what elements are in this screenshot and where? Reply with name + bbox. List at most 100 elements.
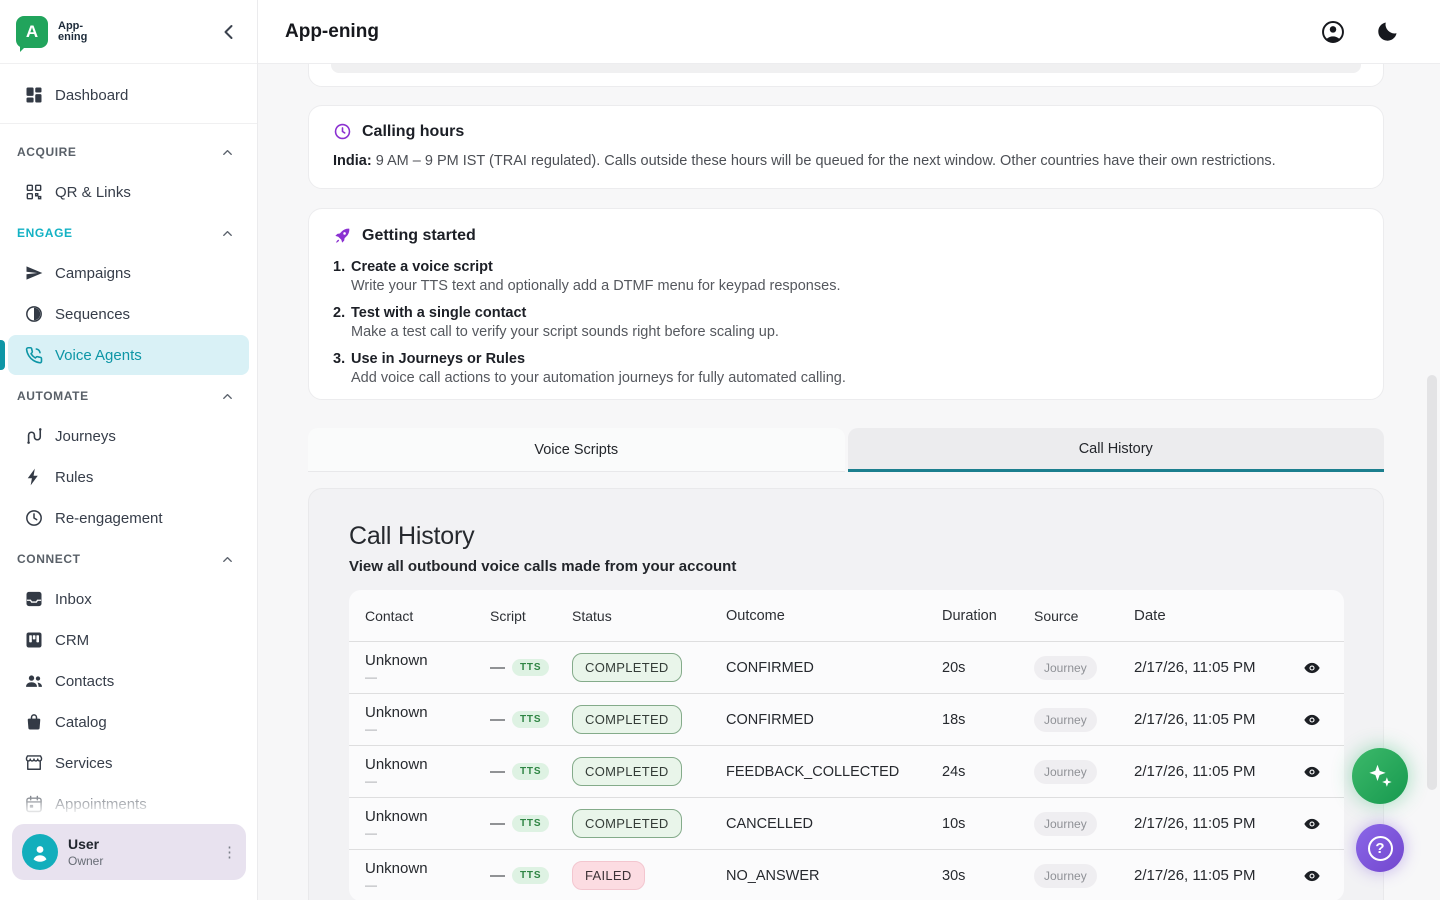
duration-cell: 18s <box>926 712 1018 728</box>
tab-voice-scripts[interactable]: Voice Scripts <box>308 428 845 472</box>
moon-icon <box>1374 19 1400 45</box>
tab-call-history[interactable]: Call History <box>848 428 1385 472</box>
send-icon <box>24 263 44 283</box>
contact-cell: Unknown — <box>349 808 474 840</box>
date-cell: 2/17/26, 11:05 PM <box>1118 659 1278 676</box>
section-label: CONNECT <box>17 552 81 566</box>
section-label: AUTOMATE <box>17 389 89 403</box>
section-acquire[interactable]: ACQUIRE <box>0 132 257 172</box>
sidebar-item-sequences[interactable]: Sequences <box>8 294 249 334</box>
step-item: 1. Create a voice script Write your TTS … <box>333 259 1359 294</box>
person-icon <box>28 840 52 864</box>
contact-name: Unknown <box>365 704 474 721</box>
view-call-button[interactable] <box>1300 867 1324 885</box>
script-value: — <box>490 815 505 832</box>
source-cell: Journey <box>1018 760 1118 784</box>
user-role: Owner <box>68 854 103 868</box>
contact-name: Unknown <box>365 860 474 877</box>
contact-cell: Unknown — <box>349 704 474 736</box>
route-icon <box>24 426 44 446</box>
sidebar-nav: Dashboard ACQUIRE QR & Links ENGAGE Camp… <box>0 64 257 824</box>
app-logo-icon: A <box>16 16 48 48</box>
chevron-up-icon <box>220 145 235 160</box>
contact-sub: — <box>365 878 474 892</box>
section-automate[interactable]: AUTOMATE <box>0 376 257 416</box>
user-card[interactable]: User Owner ⋮ <box>12 824 246 880</box>
column-header-duration: Duration <box>926 608 1018 624</box>
step-description: Add voice call actions to your automatio… <box>351 370 846 386</box>
outcome-cell: NO_ANSWER <box>710 868 926 884</box>
tts-badge: TTS <box>512 763 549 780</box>
sidebar-item-inbox[interactable]: Inbox <box>8 579 249 619</box>
tab-list: Voice Scripts Call History <box>308 428 1384 472</box>
outcome-cell: CANCELLED <box>710 816 926 832</box>
logo-letter: A <box>26 22 38 42</box>
sidebar-item-dashboard[interactable]: Dashboard <box>8 75 249 115</box>
column-header-outcome: Outcome <box>710 608 926 624</box>
user-menu-button[interactable]: ⋮ <box>222 846 236 859</box>
source-pill: Journey <box>1034 864 1097 888</box>
script-cell: — TTS <box>474 763 556 780</box>
step-description: Write your TTS text and optionally add a… <box>351 278 840 294</box>
source-pill: Journey <box>1034 656 1097 680</box>
sidebar-item-label: Voice Agents <box>55 347 142 364</box>
view-call-button[interactable] <box>1300 815 1324 833</box>
calling-hours-country: India: <box>333 153 372 169</box>
script-value: — <box>490 711 505 728</box>
sidebar-item-qr-links[interactable]: QR & Links <box>8 172 249 212</box>
sidebar-item-services[interactable]: Services <box>8 743 249 783</box>
table-row: Unknown — — TTS COMPLETED CONFIRMED 18s … <box>349 693 1344 745</box>
ai-assistant-button[interactable] <box>1352 748 1408 804</box>
view-call-button[interactable] <box>1300 711 1324 729</box>
table-header-row: Contact Script Status Outcome Duration S… <box>349 590 1344 641</box>
sidebar-item-crm[interactable]: CRM <box>8 620 249 660</box>
chevron-up-icon <box>220 226 235 241</box>
storefront-icon <box>24 753 44 773</box>
lightning-icon <box>24 467 44 487</box>
scrollbar-thumb[interactable] <box>1427 375 1437 790</box>
sidebar-item-contacts[interactable]: Contacts <box>8 661 249 701</box>
contact-name: Unknown <box>365 808 474 825</box>
sidebar-item-label: QR & Links <box>55 184 131 201</box>
collapse-sidebar-button[interactable] <box>217 20 241 44</box>
sidebar-item-label: Sequences <box>55 306 130 323</box>
qr-code-icon <box>24 182 44 202</box>
clock-icon <box>24 508 44 528</box>
sidebar-item-voice-agents[interactable]: Voice Agents <box>8 335 249 375</box>
dark-mode-button[interactable] <box>1374 19 1400 45</box>
question-mark-icon: ? <box>1368 836 1393 861</box>
status-badge: COMPLETED <box>572 809 682 838</box>
section-connect[interactable]: CONNECT <box>0 539 257 579</box>
sparkles-icon <box>1365 761 1395 791</box>
user-name: User <box>68 836 103 852</box>
sidebar-header: A App- ening <box>0 0 257 64</box>
step-description: Make a test call to verify your script s… <box>351 324 779 340</box>
contact-sub: — <box>365 722 474 736</box>
view-call-button[interactable] <box>1300 763 1324 781</box>
view-call-button[interactable] <box>1300 659 1324 677</box>
column-header-contact: Contact <box>349 608 474 624</box>
section-label: ENGAGE <box>17 226 73 240</box>
outcome-cell: CONFIRMED <box>710 660 926 676</box>
actions-cell <box>1278 711 1344 729</box>
contact-sub: — <box>365 826 474 840</box>
sidebar-item-rules[interactable]: Rules <box>8 457 249 497</box>
sidebar-item-appointments[interactable]: Appointments <box>8 784 249 824</box>
source-pill: Journey <box>1034 708 1097 732</box>
sidebar-item-re-engagement[interactable]: Re-engagement <box>8 498 249 538</box>
account-button[interactable] <box>1320 19 1346 45</box>
status-badge: COMPLETED <box>572 705 682 734</box>
contrast-circle-icon <box>24 304 44 324</box>
sidebar-item-catalog[interactable]: Catalog <box>8 702 249 742</box>
chevron-left-icon <box>217 20 241 44</box>
sidebar-item-campaigns[interactable]: Campaigns <box>8 253 249 293</box>
section-engage[interactable]: ENGAGE <box>0 213 257 253</box>
sidebar-item-label: Dashboard <box>55 87 128 104</box>
contact-name: Unknown <box>365 756 474 773</box>
step-title: Test with a single contact <box>351 305 779 321</box>
source-cell: Journey <box>1018 656 1118 680</box>
help-button[interactable]: ? <box>1356 824 1404 872</box>
sidebar-item-journeys[interactable]: Journeys <box>8 416 249 456</box>
eye-icon <box>1300 867 1324 885</box>
contact-cell: Unknown — <box>349 756 474 788</box>
